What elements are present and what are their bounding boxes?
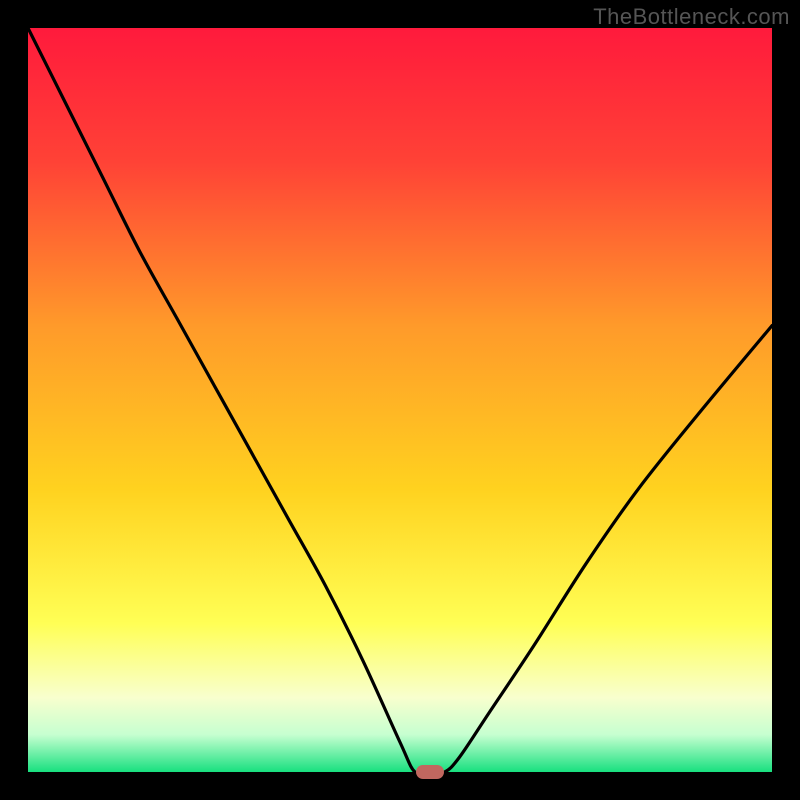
chart-frame: TheBottleneck.com xyxy=(0,0,800,800)
plot-svg xyxy=(28,28,772,772)
gradient-background xyxy=(28,28,772,772)
watermark-text: TheBottleneck.com xyxy=(593,4,790,30)
plot-area xyxy=(28,28,772,772)
optimum-marker xyxy=(416,765,444,779)
